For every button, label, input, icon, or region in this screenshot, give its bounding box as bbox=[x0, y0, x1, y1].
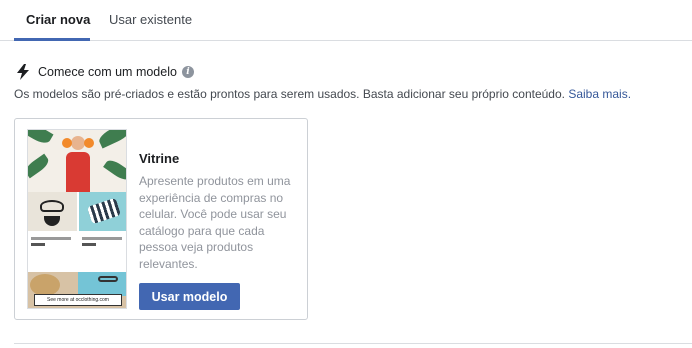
orange-shape bbox=[84, 138, 94, 148]
product-caption-tile bbox=[79, 233, 126, 272]
palm-leaf-shape bbox=[103, 157, 126, 183]
product-tile bbox=[28, 192, 77, 231]
orange-shape bbox=[62, 138, 72, 148]
palm-leaf-shape bbox=[28, 130, 54, 147]
info-icon[interactable]: i bbox=[181, 66, 194, 78]
active-tab-indicator bbox=[14, 38, 90, 41]
learn-more-link[interactable]: Saiba mais. bbox=[568, 87, 631, 101]
tab-bar: Criar nova Usar existente bbox=[0, 0, 692, 41]
tab-usar-existente[interactable]: Usar existente bbox=[109, 12, 192, 27]
swimsuit-shape bbox=[86, 197, 122, 225]
lightning-bolt-icon bbox=[17, 64, 29, 80]
preview-hero-image bbox=[28, 130, 126, 192]
template-card-vitrine[interactable]: See more at occlothing.com Vitrine Apres… bbox=[14, 118, 308, 320]
divider bbox=[14, 343, 692, 344]
section-title: Comece com um modelo bbox=[38, 65, 177, 79]
description-text: Os modelos são pré-criados e estão pront… bbox=[14, 87, 565, 101]
template-preview-image: See more at occlothing.com bbox=[27, 129, 127, 309]
bikini-bottom-shape bbox=[44, 216, 60, 226]
template-description: Apresente produtos em uma experiência de… bbox=[139, 174, 291, 271]
price-line bbox=[82, 243, 96, 246]
sunglasses-shape bbox=[98, 276, 118, 282]
palm-leaf-shape bbox=[28, 153, 52, 179]
model-head bbox=[71, 136, 85, 150]
pool-shape bbox=[78, 272, 126, 296]
use-template-button[interactable]: Usar modelo bbox=[139, 283, 240, 310]
product-tile bbox=[79, 192, 126, 231]
model-figure bbox=[66, 152, 90, 192]
palm-leaf-shape bbox=[96, 130, 126, 149]
preview-cta-bar: See more at occlothing.com bbox=[34, 294, 122, 306]
section-description: Os modelos são pré-criados e estão pront… bbox=[14, 87, 631, 101]
caption-line bbox=[31, 237, 71, 240]
caption-line bbox=[82, 237, 122, 240]
price-line bbox=[31, 243, 45, 246]
bikini-top-shape bbox=[40, 200, 64, 212]
hat-shape bbox=[30, 274, 60, 296]
preview-lifestyle-image: See more at occlothing.com bbox=[28, 272, 126, 308]
tab-criar-nova[interactable]: Criar nova bbox=[26, 12, 90, 27]
preview-product-grid bbox=[28, 192, 126, 272]
section-heading: Comece com um modelo i bbox=[16, 63, 194, 81]
template-title: Vitrine bbox=[139, 151, 180, 166]
product-caption-tile bbox=[28, 233, 77, 272]
